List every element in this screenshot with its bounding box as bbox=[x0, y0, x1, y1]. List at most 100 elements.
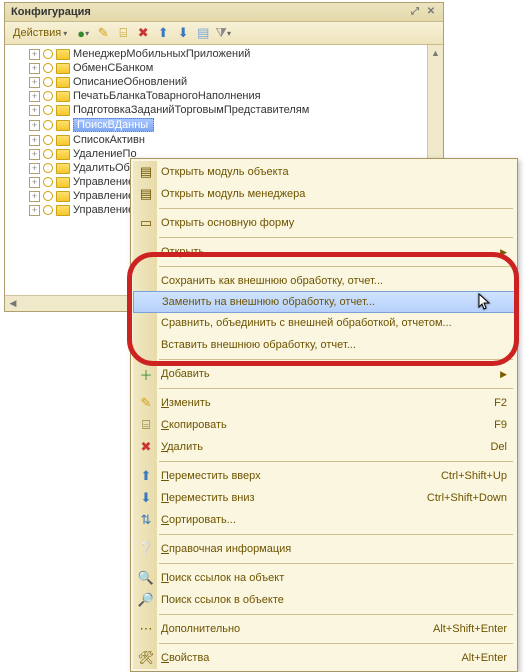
menu-item-label: Дополнительно bbox=[161, 623, 433, 635]
processing-icon bbox=[56, 105, 70, 116]
menu-item-label: Открыть bbox=[161, 246, 500, 258]
chevron-down-icon: ▾ bbox=[227, 29, 231, 38]
menu-item[interactable]: 🔎Поиск ссылок в объекте bbox=[133, 589, 515, 611]
menu-item[interactable]: ▤Открыть модуль объекта bbox=[133, 161, 515, 183]
menu-shortcut: Ctrl+Shift+Down bbox=[427, 492, 507, 504]
menu-shortcut: F2 bbox=[494, 397, 507, 409]
actions-menu-button[interactable]: Действия ▾ bbox=[9, 26, 71, 40]
expand-icon[interactable]: + bbox=[29, 149, 40, 160]
tree-item[interactable]: +ПечатьБланкаТоварногоНаполнения bbox=[11, 89, 443, 103]
expand-icon[interactable]: + bbox=[29, 135, 40, 146]
pin-icon[interactable]: ⤢ bbox=[409, 6, 421, 18]
form-icon: ▭ bbox=[137, 214, 155, 232]
tree-item-label: МенеджерМобильныхПриложений bbox=[73, 48, 250, 60]
expand-icon[interactable]: + bbox=[29, 191, 40, 202]
expand-icon[interactable]: + bbox=[29, 163, 40, 174]
menu-item[interactable]: ＋Добавить▶ bbox=[133, 363, 515, 385]
expand-icon[interactable]: + bbox=[29, 105, 40, 116]
menu-item[interactable]: Сравнить, объединить с внешней обработко… bbox=[133, 312, 515, 334]
submenu-arrow-icon: ▶ bbox=[500, 369, 507, 380]
panel-title-text: Конфигурация bbox=[11, 6, 91, 18]
move-up-icon[interactable]: ⬆ bbox=[155, 25, 171, 41]
edit-icon: ✎ bbox=[137, 394, 155, 412]
processing-icon bbox=[56, 135, 70, 146]
menu-item[interactable]: 🔍Поиск ссылок на объект bbox=[133, 567, 515, 589]
menu-item-label: Сохранить как внешнюю обработку, отчет..… bbox=[161, 275, 507, 287]
menu-item-label: Поиск ссылок на объект bbox=[161, 572, 507, 584]
tree-item[interactable]: +ОписаниеОбновлений bbox=[11, 75, 443, 89]
processing-icon bbox=[56, 205, 70, 216]
copy-db-icon[interactable]: ⌸ bbox=[115, 25, 131, 41]
add-icon: ＋ bbox=[137, 365, 155, 383]
tree-item[interactable]: + МенеджерМобильныхПриложений bbox=[11, 47, 443, 61]
close-icon[interactable]: ✕ bbox=[425, 6, 437, 18]
expand-icon[interactable]: + bbox=[29, 49, 40, 60]
expand-icon[interactable]: + bbox=[29, 77, 40, 88]
scroll-left-icon[interactable]: ◀ bbox=[5, 296, 21, 311]
tree-item-label: Управление bbox=[73, 204, 134, 216]
menu-item[interactable]: ⬇Переместить внизCtrl+Shift+Down bbox=[133, 487, 515, 509]
menu-item[interactable]: ✎ИзменитьF2 bbox=[133, 392, 515, 414]
menu-item[interactable]: ⬆Переместить вверхCtrl+Shift+Up bbox=[133, 465, 515, 487]
expand-icon[interactable]: + bbox=[29, 205, 40, 216]
menu-item-label: Вставить внешнюю обработку, отчет... bbox=[161, 339, 507, 351]
move-down-icon[interactable]: ⬇ bbox=[175, 25, 191, 41]
menu-item-label: Заменить на внешнюю обработку, отчет... bbox=[162, 296, 506, 308]
tree-item[interactable]: +ОбменСБанком bbox=[11, 61, 443, 75]
down-icon: ⬇ bbox=[137, 489, 155, 507]
chevron-down-icon: ▾ bbox=[63, 29, 67, 38]
menu-item[interactable]: ▤ Открыть модуль менеджера bbox=[133, 183, 515, 205]
expand-icon[interactable]: + bbox=[29, 63, 40, 74]
menu-item-label: Сравнить, объединить с внешней обработко… bbox=[161, 317, 507, 329]
tree-item-label: УдалениеПо bbox=[73, 148, 137, 160]
menu-item[interactable]: ❔Справочная информация bbox=[133, 538, 515, 560]
menu-item[interactable]: ⌸СкопироватьF9 bbox=[133, 414, 515, 436]
module-icon: ▤ bbox=[137, 185, 155, 203]
expand-icon[interactable]: + bbox=[29, 120, 40, 131]
expand-icon[interactable]: + bbox=[29, 91, 40, 102]
menu-item[interactable]: ▭Открыть основную форму bbox=[133, 212, 515, 234]
add-icon[interactable]: ●▾ bbox=[75, 25, 91, 41]
bullet-icon bbox=[43, 163, 53, 173]
menu-item[interactable]: ⋯ДополнительноAlt+Shift+Enter bbox=[133, 618, 515, 640]
tree-item[interactable]: +СписокАктивн bbox=[11, 133, 443, 147]
processing-icon bbox=[56, 63, 70, 74]
bullet-icon bbox=[43, 205, 53, 215]
menu-separator bbox=[159, 461, 513, 462]
tree-item[interactable]: +ПодготовкаЗаданийТорговымПредставителям bbox=[11, 103, 443, 117]
copy-icon: ⌸ bbox=[137, 416, 155, 434]
processing-icon bbox=[56, 77, 70, 88]
menu-item[interactable]: ✖УдалитьDel bbox=[133, 436, 515, 458]
expand-icon[interactable]: + bbox=[29, 177, 40, 188]
menu-item-label: Переместить вверх bbox=[161, 470, 441, 482]
toolbar: Действия ▾ ●▾ ✎ ⌸ ✖ ⬆ ⬇ ▤ ⧩▾ bbox=[5, 22, 443, 45]
panel-titlebar: Конфигурация ⤢ ✕ bbox=[5, 3, 443, 22]
menu-item-label: Справочная информация bbox=[161, 543, 507, 555]
scroll-up-icon[interactable]: ▲ bbox=[428, 45, 443, 61]
tree-item[interactable]: +ПоискВДанны bbox=[11, 117, 443, 133]
filter-icon[interactable]: ⧩▾ bbox=[215, 25, 231, 41]
bullet-icon bbox=[43, 149, 53, 159]
menu-separator bbox=[159, 614, 513, 615]
processing-icon bbox=[56, 163, 70, 174]
menu-item[interactable]: Открыть▶ bbox=[133, 241, 515, 263]
processing-icon bbox=[56, 149, 70, 160]
menu-separator bbox=[159, 208, 513, 209]
page-icon[interactable]: ▤ bbox=[195, 25, 211, 41]
delete-icon: ✖ bbox=[137, 438, 155, 456]
bullet-icon bbox=[43, 49, 53, 59]
menu-item[interactable]: ⇅Сортировать... bbox=[133, 509, 515, 531]
menu-shortcut: Del bbox=[490, 441, 507, 453]
actions-label: Действия bbox=[13, 27, 61, 39]
edit-icon[interactable]: ✎ bbox=[95, 25, 111, 41]
tree-item-label: УдалитьОбр bbox=[73, 162, 136, 174]
menu-item[interactable]: Сохранить как внешнюю обработку, отчет..… bbox=[133, 270, 515, 292]
menu-item-label: Открыть модуль менеджера bbox=[161, 188, 507, 200]
menu-item-label: Скопировать bbox=[161, 419, 494, 431]
bullet-icon bbox=[43, 120, 53, 130]
menu-item[interactable]: Заменить на внешнюю обработку, отчет... bbox=[133, 291, 515, 313]
props-icon: 🛠 bbox=[137, 649, 155, 667]
delete-icon[interactable]: ✖ bbox=[135, 25, 151, 41]
menu-item[interactable]: Вставить внешнюю обработку, отчет... bbox=[133, 334, 515, 356]
menu-item[interactable]: 🛠СвойстваAlt+Enter bbox=[133, 647, 515, 669]
